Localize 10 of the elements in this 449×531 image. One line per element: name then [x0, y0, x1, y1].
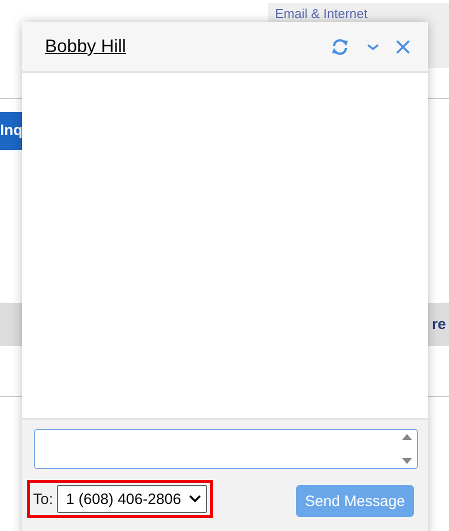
chevron-down-icon — [189, 495, 202, 503]
scroll-arrows-icon[interactable] — [401, 432, 413, 466]
band-text: re — [432, 316, 446, 333]
recipient-select[interactable]: 1 (608) 406-2806 — [57, 485, 208, 513]
to-label: To: — [33, 490, 54, 508]
contact-name-link[interactable]: Bobby Hill — [45, 36, 126, 57]
message-field[interactable] — [34, 429, 418, 469]
refresh-icon[interactable] — [330, 38, 350, 56]
close-icon[interactable] — [396, 40, 410, 54]
chevron-down-icon[interactable] — [367, 42, 379, 52]
